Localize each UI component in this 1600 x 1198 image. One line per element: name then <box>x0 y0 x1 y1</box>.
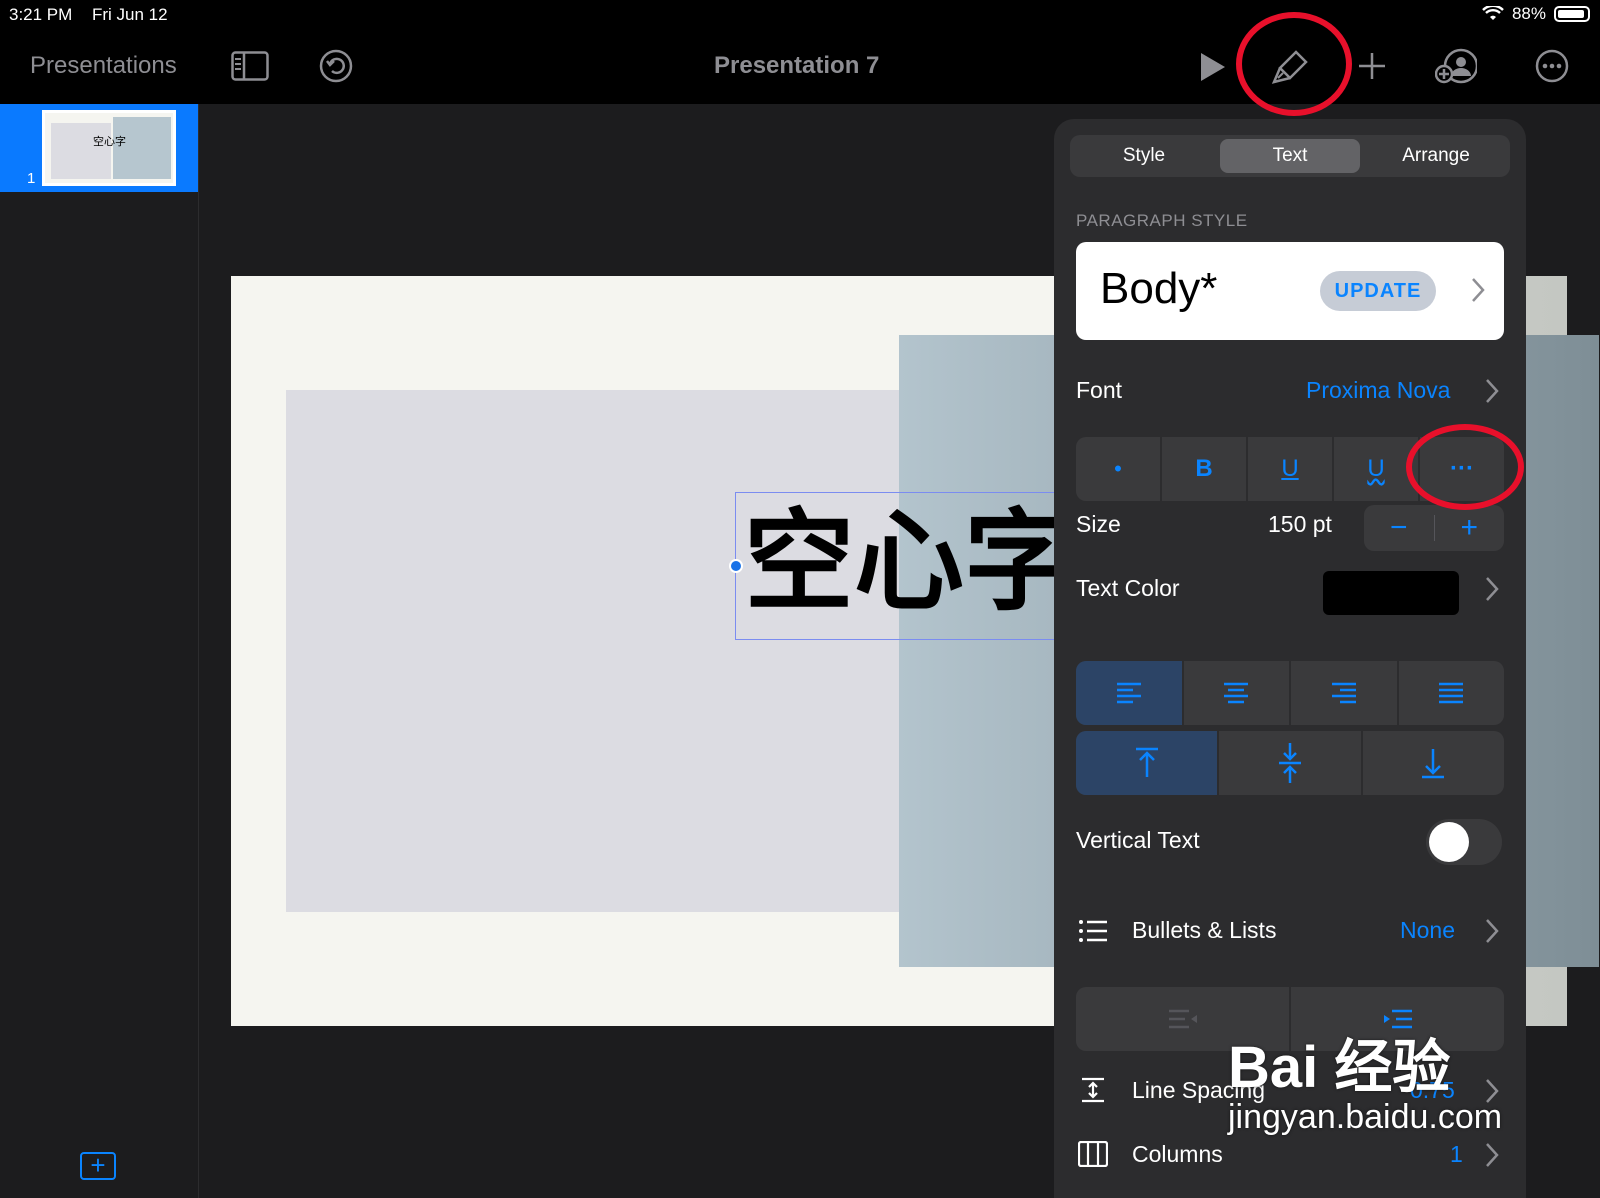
status-right: 88% <box>1482 4 1590 24</box>
undo-icon[interactable] <box>318 48 354 84</box>
align-middle-button[interactable] <box>1219 731 1363 795</box>
bullets-lists-label[interactable]: Bullets & Lists <box>1132 917 1276 944</box>
text-format-buttons: • B U U ··· <box>1076 437 1504 501</box>
columns-label[interactable]: Columns <box>1132 1141 1223 1168</box>
size-stepper: − + <box>1364 505 1504 551</box>
line-spacing-icon <box>1082 1077 1104 1103</box>
add-slide-button[interactable]: + <box>80 1152 116 1180</box>
increase-size-button[interactable]: + <box>1435 505 1505 551</box>
align-justify-button[interactable] <box>1399 661 1505 725</box>
decrease-size-button[interactable]: − <box>1364 505 1434 551</box>
paragraph-style-selector[interactable]: Body* UPDATE <box>1076 242 1504 340</box>
slide-thumbnail-text: 空心字 <box>93 136 126 148</box>
status-time: 3:21 PM <box>9 5 73 24</box>
vertical-text-label: Vertical Text <box>1076 827 1200 853</box>
align-center-icon <box>1224 682 1249 704</box>
align-left-icon <box>1116 682 1141 704</box>
collaborate-icon[interactable] <box>1434 46 1478 86</box>
more-text-options-button[interactable]: ··· <box>1420 437 1504 501</box>
play-icon[interactable] <box>1196 50 1230 84</box>
document-title[interactable]: Presentation 7 <box>714 52 879 80</box>
wifi-icon <box>1482 6 1504 20</box>
toolbar: Presentations Presentation 7 <box>0 28 1600 104</box>
align-center-button[interactable] <box>1184 661 1291 725</box>
slide-navigator: 空心字 1 <box>0 104 199 1198</box>
align-top-button[interactable] <box>1076 731 1220 795</box>
add-icon[interactable] <box>1354 48 1390 84</box>
update-style-button[interactable]: UPDATE <box>1320 271 1436 311</box>
vertical-align-buttons <box>1076 731 1504 795</box>
bullet-style-button[interactable]: • <box>1076 437 1162 501</box>
bullets-list-icon <box>1079 920 1107 942</box>
tab-text[interactable]: Text <box>1220 139 1360 173</box>
align-right-button[interactable] <box>1291 661 1399 725</box>
presentations-button[interactable]: Presentations <box>30 52 177 80</box>
status-bar: 3:21 PM Fri Jun 12 88% <box>0 0 1600 28</box>
chevron-right-icon <box>1486 379 1499 403</box>
strikethrough-underline-button[interactable]: U <box>1334 437 1420 501</box>
size-value: 150 pt <box>1268 511 1332 537</box>
text-color-label: Text Color <box>1076 575 1180 601</box>
bold-button[interactable]: B <box>1162 437 1248 501</box>
vertical-text-toggle[interactable] <box>1426 819 1502 865</box>
tab-style[interactable]: Style <box>1074 139 1214 173</box>
bullets-lists-value[interactable]: None <box>1400 917 1455 944</box>
chevron-right-icon <box>1486 1143 1499 1167</box>
slide-thumbnail-selected[interactable]: 空心字 1 <box>0 104 198 192</box>
slide-thumbnail[interactable]: 空心字 <box>42 110 176 186</box>
sidebar-toggle-icon[interactable] <box>230 50 270 82</box>
selection-handle[interactable] <box>729 559 743 573</box>
shape-rectangle-gray[interactable] <box>286 390 936 912</box>
battery-percent: 88% <box>1511 4 1546 23</box>
align-left-button[interactable] <box>1076 661 1184 725</box>
chevron-right-icon <box>1472 278 1485 302</box>
horizontal-align-buttons <box>1076 661 1504 725</box>
baidu-jingyan-watermark: Bai 经验 jingyan.baidu.com <box>1228 1020 1502 1137</box>
columns-value[interactable]: 1 <box>1450 1141 1463 1168</box>
format-tabs: Style Text Arrange <box>1070 135 1510 177</box>
text-color-swatch[interactable] <box>1323 571 1459 615</box>
status-date: Fri Jun 12 <box>92 5 168 24</box>
columns-icon <box>1078 1141 1108 1167</box>
format-brush-icon[interactable] <box>1268 46 1312 90</box>
underline-button[interactable]: U <box>1248 437 1334 501</box>
align-justify-icon <box>1439 682 1464 704</box>
size-label: Size <box>1076 511 1121 537</box>
outdent-icon <box>1168 1009 1197 1029</box>
align-top-icon <box>1135 747 1158 777</box>
align-middle-icon <box>1278 743 1301 783</box>
align-right-icon <box>1331 682 1356 704</box>
align-bottom-icon <box>1422 749 1445 779</box>
watermark-brand: Bai 经验 <box>1228 1035 1451 1100</box>
battery-icon <box>1554 6 1590 22</box>
chevron-right-icon <box>1486 919 1499 943</box>
paragraph-style-name: Body* <box>1100 264 1218 313</box>
slide-number: 1 <box>27 170 36 187</box>
slide-text[interactable]: 空心字 <box>744 503 1074 623</box>
align-bottom-button[interactable] <box>1363 731 1504 795</box>
chevron-right-icon <box>1486 577 1499 601</box>
tab-arrange[interactable]: Arrange <box>1366 139 1506 173</box>
paragraph-style-header: PARAGRAPH STYLE <box>1076 211 1248 230</box>
font-value[interactable]: Proxima Nova <box>1306 377 1450 404</box>
more-icon[interactable] <box>1534 48 1570 84</box>
font-label: Font <box>1076 377 1123 403</box>
watermark-url: jingyan.baidu.com <box>1228 1098 1503 1136</box>
